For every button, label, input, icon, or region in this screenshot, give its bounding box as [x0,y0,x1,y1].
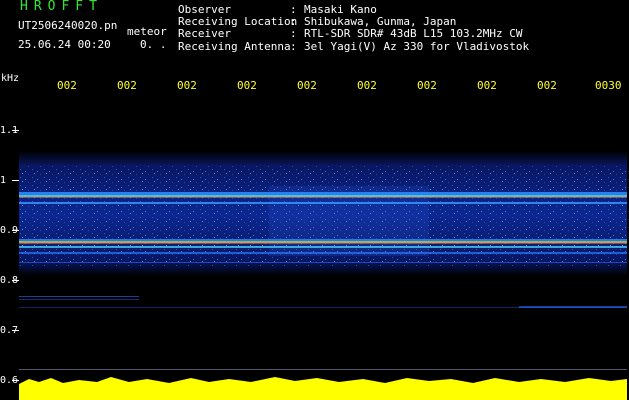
x-tick-label: 002 [477,79,497,92]
noise-spikes [19,377,627,386]
info-row-receiver: Receiver: RTL-SDR SDR# 43dB L15 103.2MHz… [178,27,523,41]
x-tick-label: 002 [357,79,377,92]
x-tick-label: 002 [297,79,317,92]
y-tick-mark [12,130,19,131]
carrier-line [19,241,627,243]
carrier-line [19,239,627,241]
carrier-line [19,252,627,254]
y-tick-mark [12,330,19,331]
x-tick-label: 002 [117,79,137,92]
filename-label: UT2506240020.pn [18,19,118,32]
datetime-label: 25.06.24 00:20 [18,38,111,51]
carrier-line [19,262,627,263]
brand-title: HROFFT [20,0,103,14]
x-tick-label: 0030 [595,79,622,92]
carrier-line [19,243,627,244]
x-tick-label: 002 [417,79,437,92]
carrier-line [519,306,627,308]
spectrogram-canvas [19,151,627,400]
header-panel: HROFFT UT2506240020.pn meteor 25.06.24 0… [0,0,629,75]
carrier-line [19,195,627,197]
detection-tag: meteor [127,25,167,38]
noise-floor-bar [19,384,627,400]
x-tick-label: 002 [177,79,197,92]
y-tick-label: 1 [0,175,7,186]
station-info: Observer: Masaki Kano Receiving Location… [178,3,530,53]
x-tick-label: 002 [237,79,257,92]
carrier-line [19,197,627,198]
carrier-line [19,192,627,195]
baseline [19,369,627,370]
x-tick-label: 002 [57,79,77,92]
spectrogram-plot [19,96,627,400]
carrier-line [19,296,139,297]
y-tick-mark [12,280,19,281]
y-tick-mark [12,180,19,181]
y-tick-mark [12,380,19,381]
y-axis-unit: kHz [1,73,20,84]
y-tick-mark [12,230,19,231]
carrier-line [19,246,627,248]
carrier-line [19,202,627,204]
x-tick-label: 002 [537,79,557,92]
count-label: 0. . [140,38,167,51]
info-row-antenna: Receiving Antenna: 3el Yagi(V) Az 330 fo… [178,39,530,53]
carrier-line [19,299,139,300]
